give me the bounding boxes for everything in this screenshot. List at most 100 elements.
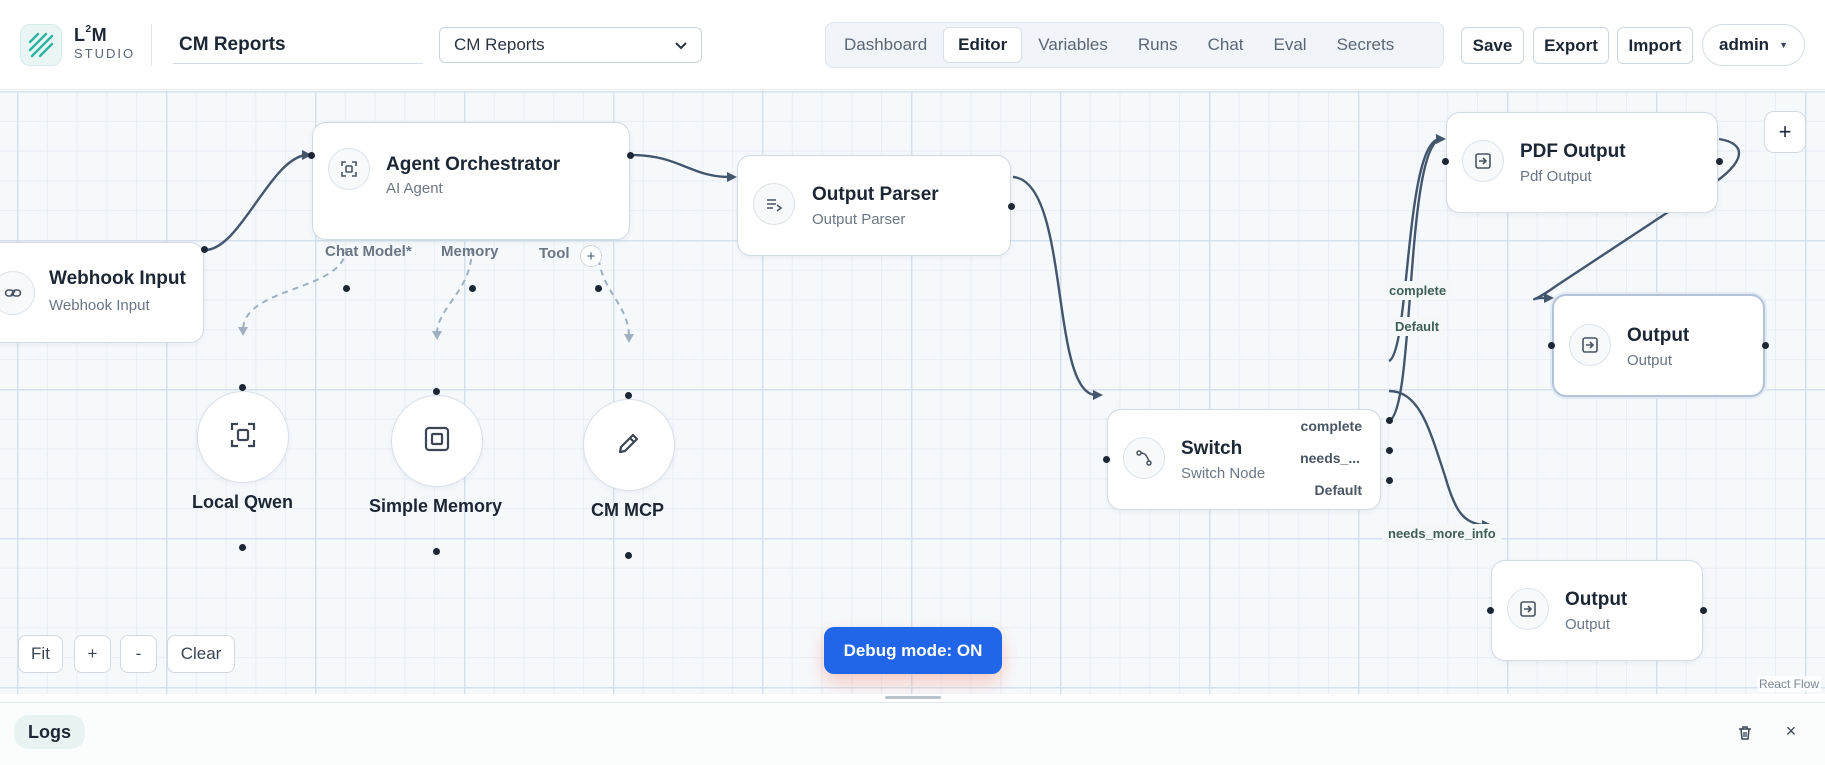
model-icon xyxy=(229,421,257,454)
node-output-1[interactable]: Output Output xyxy=(1552,294,1765,397)
user-menu-button[interactable]: admin ▼ xyxy=(1702,24,1805,66)
close-icon[interactable]: × xyxy=(1779,719,1803,743)
panel-resize-handle[interactable] xyxy=(885,696,941,699)
node-local-qwen[interactable] xyxy=(197,391,289,483)
output-handle[interactable] xyxy=(1716,158,1723,165)
output-icon xyxy=(1462,140,1504,182)
output-handle[interactable] xyxy=(1700,607,1707,614)
main-tabs: Dashboard Editor Variables Runs Chat Eva… xyxy=(825,22,1444,68)
input-handle[interactable] xyxy=(239,384,246,391)
node-subtitle: Output xyxy=(1565,616,1611,633)
complete-handle[interactable] xyxy=(1386,417,1393,424)
edge-arrowhead xyxy=(727,172,737,182)
react-flow-attribution[interactable]: React Flow xyxy=(1756,676,1821,692)
save-button[interactable]: Save xyxy=(1461,27,1524,64)
node-label: Simple Memory xyxy=(369,496,503,516)
node-subtitle: AI Agent xyxy=(386,180,443,197)
tab-editor[interactable]: Editor xyxy=(943,27,1023,63)
node-title: PDF Output xyxy=(1520,141,1626,162)
switch-output-complete: complete xyxy=(1300,418,1362,434)
brand-logo: L2M STUDIO xyxy=(74,24,135,61)
edge-memory xyxy=(436,247,473,334)
input-handle[interactable] xyxy=(1442,158,1449,165)
project-select[interactable]: CM Reports xyxy=(439,27,702,63)
import-button[interactable]: Import xyxy=(1617,27,1693,64)
logs-tab[interactable]: Logs xyxy=(14,715,85,749)
input-handle[interactable] xyxy=(1548,342,1555,349)
add-node-button[interactable]: + xyxy=(1764,111,1806,153)
node-switch[interactable]: Switch Switch Node complete needs_... De… xyxy=(1107,409,1381,510)
tab-eval[interactable]: Eval xyxy=(1260,27,1321,63)
output-handle[interactable] xyxy=(1762,342,1769,349)
edge-arrowhead xyxy=(432,331,442,340)
chevron-down-icon xyxy=(675,38,687,53)
debug-mode-toggle[interactable]: Debug mode: ON xyxy=(824,627,1002,674)
edge-label-default: Default xyxy=(1390,317,1445,336)
app-header: L2M STUDIO CM Reports Dashboard Editor V… xyxy=(0,0,1825,90)
port-tool: Tool xyxy=(539,245,570,262)
input-handle[interactable] xyxy=(433,388,440,395)
clear-button[interactable]: Clear xyxy=(167,635,235,673)
tool-handle[interactable] xyxy=(595,285,602,292)
edge-webhook-agent xyxy=(204,153,307,252)
node-webhook-input[interactable]: Webhook Input Webhook Input xyxy=(0,242,204,343)
output-handle[interactable] xyxy=(627,152,634,159)
input-handle[interactable] xyxy=(308,152,315,159)
fit-view-button[interactable]: Fit xyxy=(18,635,63,673)
tab-chat[interactable]: Chat xyxy=(1194,27,1258,63)
input-handle[interactable] xyxy=(625,392,632,399)
memory-handle[interactable] xyxy=(469,285,476,292)
input-handle[interactable] xyxy=(1103,456,1110,463)
port-chat-model: Chat Model* xyxy=(325,243,412,260)
node-pdf-output[interactable]: PDF Output Pdf Output xyxy=(1446,112,1718,213)
node-label: CM MCP xyxy=(591,500,664,520)
output-handle[interactable] xyxy=(1008,203,1015,210)
logo-sup: 2 xyxy=(85,24,92,35)
output-handle[interactable] xyxy=(625,552,632,559)
switch-output-needs: needs_... xyxy=(1300,450,1360,466)
edge-agent-parser xyxy=(630,153,731,179)
edge-arrowhead xyxy=(624,334,634,343)
output-handle[interactable] xyxy=(201,246,208,253)
edge-label-needs-more-info: needs_more_info xyxy=(1383,524,1501,543)
tab-runs[interactable]: Runs xyxy=(1124,27,1192,63)
node-agent-orchestrator[interactable]: Agent Orchestrator AI Agent xyxy=(312,122,630,240)
switch-output-default: Default xyxy=(1314,482,1362,498)
edge-arrowhead xyxy=(1093,390,1103,400)
project-name-input[interactable] xyxy=(173,26,423,64)
node-output-parser[interactable]: Output Parser Output Parser xyxy=(737,155,1011,256)
output-handle[interactable] xyxy=(433,548,440,555)
user-name: admin xyxy=(1719,35,1770,54)
needs-handle[interactable] xyxy=(1386,447,1393,454)
zoom-in-button[interactable]: + xyxy=(74,635,111,673)
node-title: Switch xyxy=(1181,438,1243,459)
edge-tool xyxy=(597,247,630,337)
output-handle[interactable] xyxy=(239,544,246,551)
project-select-value: CM Reports xyxy=(454,35,545,54)
port-memory: Memory xyxy=(441,243,499,260)
export-button[interactable]: Export xyxy=(1533,27,1609,64)
header-divider xyxy=(151,24,152,66)
chat-model-handle[interactable] xyxy=(343,285,350,292)
tab-dashboard[interactable]: Dashboard xyxy=(830,27,941,63)
edge-switch-default xyxy=(1388,137,1441,423)
branch-icon xyxy=(1123,437,1165,479)
tab-variables[interactable]: Variables xyxy=(1024,27,1122,63)
node-subtitle: Webhook Input xyxy=(49,297,150,314)
default-handle[interactable] xyxy=(1386,477,1393,484)
node-output-2[interactable]: Output Output xyxy=(1491,560,1703,661)
zoom-out-button[interactable]: - xyxy=(120,635,157,673)
node-subtitle: Output xyxy=(1627,352,1673,369)
logs-panel: Logs × xyxy=(0,702,1825,765)
input-handle[interactable] xyxy=(1487,607,1494,614)
node-cm-mcp[interactable] xyxy=(583,399,675,491)
tab-secrets[interactable]: Secrets xyxy=(1323,27,1409,63)
flow-canvas[interactable]: Webhook Input Webhook Input Agent Orches… xyxy=(0,91,1825,694)
node-label: Local Qwen xyxy=(192,492,294,512)
trash-icon[interactable] xyxy=(1733,721,1757,745)
edge-arrowhead xyxy=(1436,134,1446,144)
logo-icon xyxy=(20,24,62,66)
edge-chat-model xyxy=(242,247,347,330)
add-tool-button[interactable]: + xyxy=(580,245,602,267)
node-simple-memory[interactable] xyxy=(391,395,483,487)
